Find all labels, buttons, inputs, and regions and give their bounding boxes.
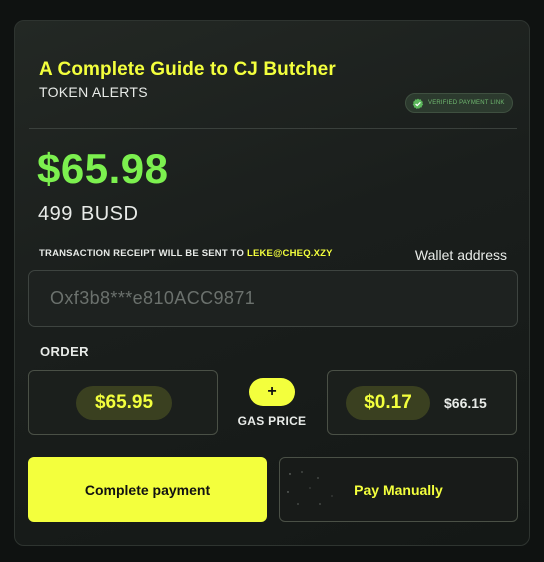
sparkle-dots-decoration xyxy=(287,471,333,505)
verified-badge: VERIFIED PAYMENT LINK xyxy=(405,93,513,113)
pay-manually-button[interactable]: Pay Manually xyxy=(279,457,518,522)
receipt-email: LEKE@CHEQ.XZY xyxy=(246,248,333,259)
receipt-prefix: TRANSACTION RECEIPT WILL BE SENT TO xyxy=(39,248,245,259)
gas-amount-box: $0.17 $66.15 xyxy=(327,370,517,435)
order-label: ORDER xyxy=(40,344,89,359)
page-title: A Complete Guide to CJ Butcher xyxy=(39,59,336,80)
page-subtitle: TOKEN ALERTS xyxy=(39,84,148,100)
pay-manually-label: Pay Manually xyxy=(354,481,443,498)
order-total: $66.15 xyxy=(444,395,487,411)
price-amount: $65.98 xyxy=(37,145,169,192)
order-amount-box: $65.95 xyxy=(28,370,218,435)
order-amount-pill: $65.95 xyxy=(76,386,172,420)
complete-payment-label: Complete payment xyxy=(84,481,211,498)
wallet-address-placeholder: Oxf3b8***e810ACC9871 xyxy=(50,288,256,308)
receipt-notice: TRANSACTION RECEIPT WILL BE SENT TO LEKE… xyxy=(39,248,333,259)
gas-price-label: GAS PRICE xyxy=(237,414,307,428)
token-currency: BUSD xyxy=(80,203,139,225)
header-divider xyxy=(29,128,517,129)
gas-amount-pill: $0.17 xyxy=(346,386,430,420)
wallet-address-input[interactable]: Oxf3b8***e810ACC9871 xyxy=(28,270,518,327)
plus-badge: + xyxy=(249,378,295,406)
complete-payment-button[interactable]: Complete payment xyxy=(28,457,267,522)
verified-badge-label: VERIFIED PAYMENT LINK xyxy=(428,100,505,106)
payment-card: A Complete Guide to CJ Butcher TOKEN ALE… xyxy=(14,20,530,546)
token-amount: 499 xyxy=(38,203,73,225)
token-amount-line: 499 BUSD xyxy=(38,203,138,226)
wallet-address-label: Wallet address xyxy=(414,247,507,263)
verified-check-icon xyxy=(412,97,424,109)
